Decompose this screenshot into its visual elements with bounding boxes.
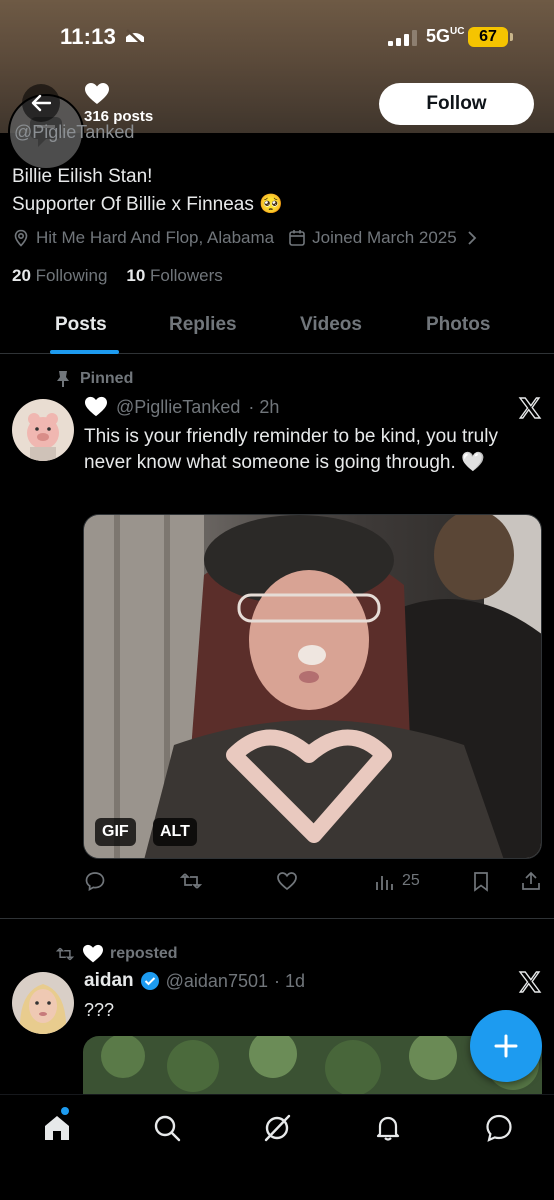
network-indicator: 5GUC (426, 26, 465, 46)
follow-button[interactable]: Follow (379, 83, 534, 125)
search-icon[interactable] (152, 1113, 182, 1143)
gif-badge: GIF (95, 818, 136, 846)
views-count: 25 (402, 872, 420, 889)
white-heart-icon (85, 396, 107, 417)
post-timestamp: · 1d (273, 970, 306, 991)
tab-posts[interactable]: Posts (55, 314, 107, 336)
post-header: @PigllieTanked · 2h (84, 396, 279, 418)
profile-banner: 11:13 5GUC 67 @PiglieTanked 316 posts Fo… (0, 0, 554, 170)
grok-icon[interactable] (262, 1113, 292, 1143)
reposted-label: reposted (54, 944, 178, 964)
share-button[interactable] (520, 870, 542, 892)
post-author-handle[interactable]: @aidan7501 (166, 971, 268, 992)
profile-bio: Billie Eilish Stan! Supporter Of Billie … (12, 163, 283, 219)
bookmark-button[interactable] (470, 870, 492, 892)
repost-icon (55, 947, 75, 961)
location-icon (14, 229, 28, 247)
gif-preview-image (84, 515, 541, 858)
bell-icon[interactable] (373, 1113, 403, 1143)
tab-replies[interactable]: Replies (169, 314, 237, 336)
pin-icon (57, 371, 69, 387)
tab-videos[interactable]: Videos (300, 314, 362, 336)
back-button[interactable] (22, 84, 60, 122)
repost-button[interactable] (180, 870, 202, 892)
calendar-icon (289, 230, 305, 246)
user-avatar-image (12, 972, 74, 1034)
like-button[interactable] (276, 870, 298, 892)
profile-meta: Hit Me Hard And Flop, Alabama Joined Mar… (12, 228, 481, 248)
status-time: 11:13 (60, 24, 117, 49)
profile-location: Hit Me Hard And Flop, Alabama (36, 228, 275, 247)
compose-button[interactable] (470, 1010, 542, 1082)
active-tab-indicator (50, 350, 119, 354)
posts-count: 316 posts (84, 108, 154, 125)
white-heart-icon (85, 83, 109, 104)
post-author-avatar[interactable] (12, 399, 74, 461)
verified-badge-icon (140, 972, 159, 990)
signal-icon (388, 30, 417, 46)
chevron-right-icon[interactable] (463, 229, 481, 247)
alt-badge[interactable]: ALT (153, 818, 197, 846)
post-author-handle[interactable]: @PigllieTanked (116, 397, 240, 418)
reply-icon (85, 872, 105, 892)
post-body: This is your friendly reminder to be kin… (84, 426, 498, 473)
profile-tabs: Posts Replies Videos Photos (0, 304, 554, 354)
x-logo-icon[interactable] (518, 396, 542, 420)
bottom-navigation (0, 1094, 554, 1200)
analytics-icon (376, 876, 393, 890)
plus-icon (494, 1034, 518, 1058)
repost-icon (180, 873, 202, 889)
share-icon (522, 871, 540, 890)
followers-link[interactable]: 10 Followers (126, 266, 222, 285)
arrow-left-icon (31, 94, 51, 112)
post-header: aidan @aidan7501 · 1d (84, 970, 305, 992)
post-author-avatar[interactable] (12, 972, 74, 1034)
post-actions: 25 (84, 870, 544, 898)
bio-line: Billie Eilish Stan! (12, 166, 153, 187)
pinned-label: Pinned (56, 370, 133, 388)
views-button[interactable]: 25 (374, 870, 420, 892)
x-logo-icon[interactable] (518, 970, 542, 994)
reply-button[interactable] (84, 870, 106, 892)
notification-dot (61, 1107, 69, 1115)
battery-indicator: 67 (468, 27, 513, 47)
post-divider (0, 918, 554, 919)
post-author-name[interactable]: aidan (84, 970, 134, 992)
profile-handle-partial: @PiglieTanked (14, 122, 135, 142)
post-media-gif[interactable] (83, 514, 542, 859)
following-link[interactable]: 20 Following (12, 266, 107, 285)
pig-avatar-icon (12, 399, 74, 461)
heart-outline-icon (277, 872, 297, 891)
tab-photos[interactable]: Photos (426, 314, 490, 336)
home-icon[interactable] (42, 1113, 72, 1143)
post-body: ??? (84, 1000, 115, 1020)
focus-mode-icon (126, 29, 144, 46)
bio-line: Supporter Of Billie x Finneas 🥺 (12, 194, 283, 215)
profile-joined-date: Joined March 2025 (312, 228, 457, 247)
follow-stats: 20 Following 10 Followers (12, 266, 223, 286)
white-heart-icon (83, 944, 103, 963)
messages-icon[interactable] (484, 1113, 514, 1143)
post-timestamp: · 2h (248, 396, 280, 417)
bookmark-icon (474, 872, 488, 892)
